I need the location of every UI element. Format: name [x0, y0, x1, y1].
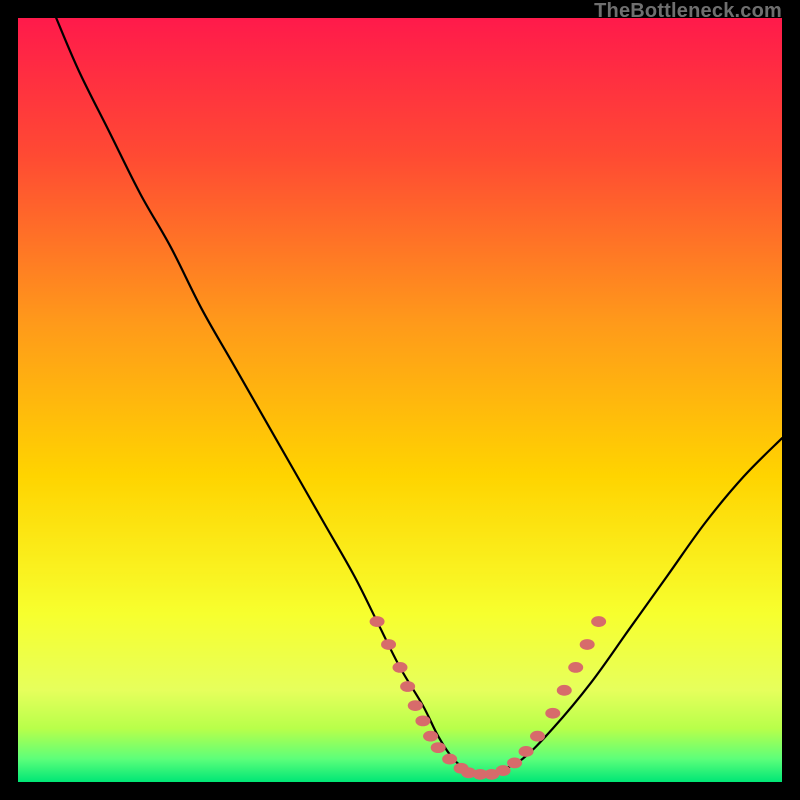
curve-marker [507, 758, 522, 769]
curve-marker [423, 731, 438, 742]
curve-marker [415, 715, 430, 726]
curve-marker [545, 708, 560, 719]
curve-marker [381, 639, 396, 650]
curve-marker [530, 731, 545, 742]
curve-marker [408, 700, 423, 711]
curve-marker [557, 685, 572, 696]
curve-marker [400, 681, 415, 692]
chart-frame: { "watermark": "TheBottleneck.com", "col… [0, 0, 800, 800]
curve-marker [580, 639, 595, 650]
watermark-text: TheBottleneck.com [594, 0, 782, 23]
curve-marker [393, 662, 408, 673]
curve-marker [591, 616, 606, 627]
bottleneck-chart [18, 18, 782, 782]
curve-marker [568, 662, 583, 673]
curve-marker [496, 765, 511, 776]
curve-marker [431, 742, 446, 753]
curve-marker [519, 746, 534, 757]
curve-marker [442, 754, 457, 765]
curve-marker [370, 616, 385, 627]
